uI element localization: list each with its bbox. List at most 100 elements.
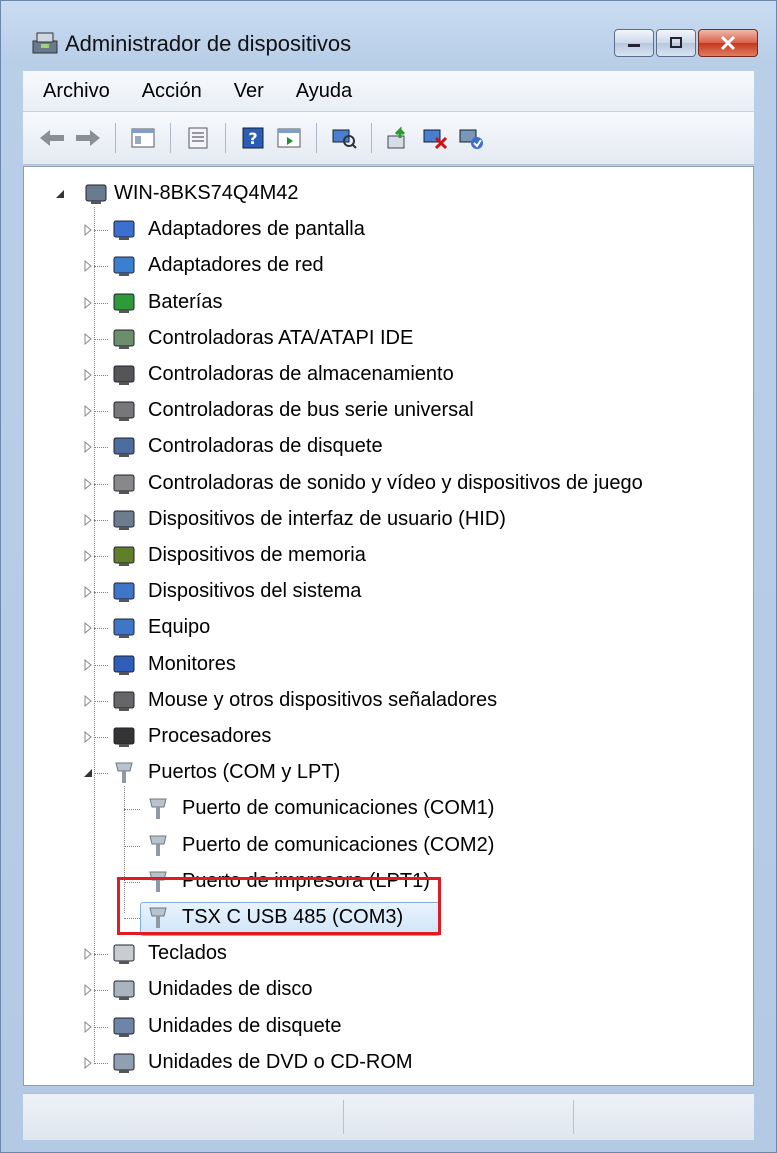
category-label[interactable]: Baterías bbox=[148, 291, 222, 314]
update-driver-button[interactable] bbox=[384, 123, 414, 153]
category-expander-icon[interactable] bbox=[82, 658, 94, 671]
category-label[interactable]: Adaptadores de pantalla bbox=[148, 218, 365, 241]
menu-bar: Archivo Acción Ver Ayuda bbox=[23, 71, 754, 112]
tree-connector-branch bbox=[94, 519, 108, 521]
tree-connector-branch bbox=[94, 628, 108, 630]
category-expander-icon[interactable] bbox=[82, 694, 94, 707]
forward-icon bbox=[76, 130, 100, 146]
scan-hardware-button[interactable] bbox=[329, 123, 359, 153]
ports-connector-branch bbox=[124, 845, 140, 847]
category-expander-icon[interactable] bbox=[82, 260, 94, 273]
category-expander-icon[interactable] bbox=[82, 224, 94, 237]
tree-connector-branch bbox=[94, 700, 108, 702]
properties-button[interactable] bbox=[183, 123, 213, 153]
tree-connector-branch bbox=[94, 338, 108, 340]
category-label[interactable]: Unidades de DVD o CD-ROM bbox=[148, 1051, 413, 1074]
back-button[interactable] bbox=[37, 123, 67, 153]
minimize-icon bbox=[628, 44, 640, 47]
category-label[interactable]: Dispositivos de memoria bbox=[148, 544, 366, 567]
category-expander-icon[interactable] bbox=[82, 1020, 94, 1033]
category-expander-icon[interactable] bbox=[82, 622, 94, 635]
category-label[interactable]: Controladoras de disquete bbox=[148, 435, 383, 458]
properties-icon bbox=[188, 127, 208, 149]
category-expander-icon[interactable] bbox=[82, 405, 94, 418]
network-adapter-icon bbox=[113, 256, 135, 277]
category-expander-icon[interactable] bbox=[82, 477, 94, 490]
category-label[interactable]: Unidades de disco bbox=[148, 978, 313, 1001]
tree-connector-branch bbox=[94, 483, 108, 485]
uninstall-button[interactable] bbox=[420, 123, 450, 153]
port-device-label[interactable]: Puerto de comunicaciones (COM2) bbox=[182, 834, 494, 857]
action-pane-icon bbox=[277, 128, 301, 148]
port-icon bbox=[115, 762, 133, 784]
tree-connector-branch bbox=[94, 737, 108, 738]
menu-ayuda[interactable]: Ayuda bbox=[276, 80, 364, 103]
close-button[interactable] bbox=[698, 29, 758, 57]
category-expander-icon[interactable] bbox=[82, 513, 94, 526]
category-label[interactable]: Adaptadores de red bbox=[148, 254, 324, 277]
uninstall-icon bbox=[423, 129, 448, 150]
enable-device-button[interactable] bbox=[456, 123, 486, 153]
category-label[interactable]: Teclados bbox=[148, 942, 227, 965]
category-label[interactable]: Puertos (COM y LPT) bbox=[148, 761, 340, 784]
ports-connector-branch bbox=[124, 809, 140, 811]
tree-connector-branch bbox=[94, 375, 108, 376]
category-label[interactable]: Controladoras de almacenamiento bbox=[148, 363, 454, 386]
category-label[interactable]: Equipo bbox=[148, 616, 210, 639]
category-expander-icon[interactable] bbox=[82, 296, 94, 309]
keyboard-icon bbox=[113, 944, 135, 965]
category-expander-icon[interactable] bbox=[82, 369, 94, 381]
tree-connector-branch bbox=[94, 302, 108, 304]
disk-drive-icon bbox=[113, 980, 135, 1001]
forward-button[interactable] bbox=[73, 123, 103, 153]
port-device-label[interactable]: Puerto de comunicaciones (COM1) bbox=[182, 797, 494, 820]
category-expander-icon[interactable] bbox=[82, 586, 94, 599]
category-label[interactable]: Controladoras de sonido y vídeo y dispos… bbox=[148, 472, 643, 495]
category-label[interactable]: Controladoras ATA/ATAPI IDE bbox=[148, 327, 413, 350]
minimize-button[interactable] bbox=[614, 29, 654, 57]
menu-accion[interactable]: Acción bbox=[122, 80, 214, 103]
window-controls bbox=[614, 29, 758, 59]
toolbar-separator bbox=[316, 123, 317, 153]
show-hide-tree-button[interactable] bbox=[128, 123, 158, 153]
tree-root-label[interactable]: WIN-8BKS74Q4M42 bbox=[114, 182, 299, 205]
category-label[interactable]: Dispositivos de interfaz de usuario (HID… bbox=[148, 508, 506, 531]
tree-connector-branch bbox=[94, 230, 108, 232]
toolbar-separator bbox=[115, 123, 116, 153]
category-expander-icon[interactable] bbox=[82, 441, 94, 454]
window-title: Administrador de dispositivos bbox=[65, 31, 352, 56]
computer-root-icon bbox=[85, 184, 107, 204]
category-label[interactable]: Monitores bbox=[148, 653, 236, 676]
device-tree[interactable]: WIN-8BKS74Q4M42 Adaptadores de pantalla Ad… bbox=[23, 166, 754, 1086]
tree-connector-branch bbox=[94, 447, 108, 449]
floppy-controller-icon bbox=[113, 437, 135, 458]
category-expander-icon[interactable] bbox=[82, 332, 94, 345]
category-label[interactable]: Unidades de disquete bbox=[148, 1015, 341, 1038]
serial-port-icon bbox=[149, 835, 167, 856]
display-adapter-icon bbox=[113, 220, 135, 241]
toolbar-separator bbox=[170, 123, 171, 153]
action-pane-button[interactable] bbox=[274, 123, 304, 153]
category-label[interactable]: Procesadores bbox=[148, 725, 271, 748]
root-expander-icon[interactable] bbox=[54, 188, 66, 200]
help-button[interactable]: ? bbox=[238, 123, 268, 153]
menu-archivo[interactable]: Archivo bbox=[23, 80, 122, 103]
category-expander-icon[interactable] bbox=[82, 1056, 94, 1069]
category-label[interactable]: Dispositivos del sistema bbox=[148, 580, 361, 603]
category-expander-icon[interactable] bbox=[82, 550, 94, 562]
menu-ver[interactable]: Ver bbox=[214, 80, 276, 103]
highlight-annotation-box bbox=[117, 877, 441, 935]
category-expander-icon[interactable] bbox=[82, 984, 94, 997]
category-label[interactable]: Mouse y otros dispositivos señaladores bbox=[148, 689, 497, 712]
help-icon: ? bbox=[242, 127, 264, 149]
enable-device-icon bbox=[459, 129, 483, 149]
title-bar[interactable]: Administrador de dispositivos bbox=[1, 1, 776, 59]
maximize-icon bbox=[670, 37, 682, 48]
hid-icon bbox=[113, 510, 135, 530]
category-expander-icon[interactable] bbox=[82, 731, 94, 743]
update-driver-icon bbox=[387, 126, 406, 149]
category-expander-icon[interactable] bbox=[82, 948, 94, 961]
maximize-button[interactable] bbox=[656, 29, 696, 57]
category-expander-icon[interactable] bbox=[82, 767, 94, 779]
category-label[interactable]: Controladoras de bus serie universal bbox=[148, 399, 474, 422]
